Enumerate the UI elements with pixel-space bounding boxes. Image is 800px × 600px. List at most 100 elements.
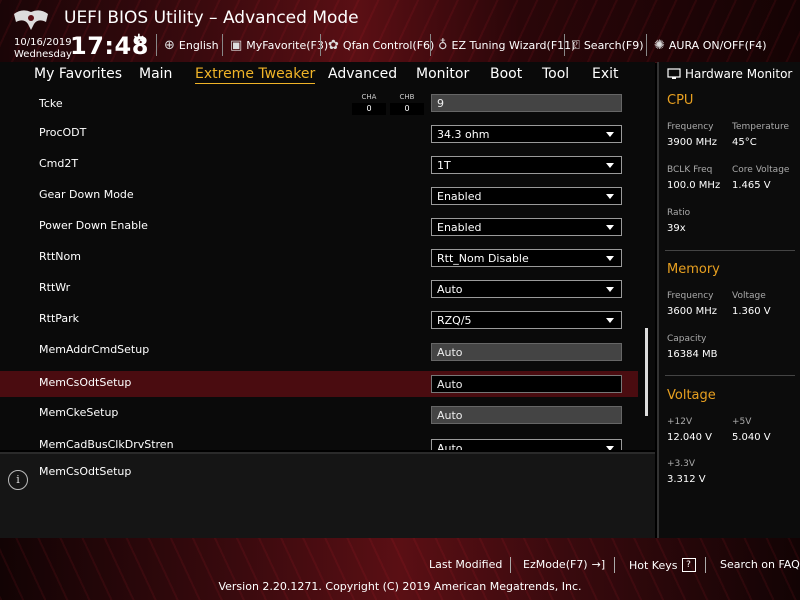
version-text: Version 2.20.1271. Copyright (C) 2019 Am… — [218, 580, 582, 593]
setting-row-memaddrcmdsetup[interactable]: MemAddrCmdSetup Auto — [0, 338, 638, 364]
aura-icon: ✺ — [654, 38, 665, 53]
divider — [510, 557, 511, 573]
qfan-control-button[interactable]: ✿ Qfan Control(F6) — [328, 38, 434, 53]
setting-row-procodt[interactable]: ProcODT 34.3 ohm — [0, 121, 638, 147]
setting-label: MemCsOdtSetup — [39, 376, 132, 389]
setting-row-rttwr[interactable]: RttWr Auto — [0, 276, 638, 302]
cpu-temperature-value: 45°C — [732, 137, 757, 148]
hardware-monitor-panel: Hardware Monitor CPU Frequency Temperatu… — [657, 62, 800, 538]
setting-row-memcsodtsetup[interactable]: MemCsOdtSetup Auto — [0, 371, 638, 397]
search-label: Search(F9) — [583, 39, 644, 52]
memory-voltage-label: Voltage — [732, 291, 766, 301]
dropdown-value: Auto — [437, 442, 463, 450]
dropdown-value: Rtt_Nom Disable — [437, 252, 529, 265]
aura-toggle-button[interactable]: ✺ AURA ON/OFF(F4) — [654, 38, 767, 53]
footer-bar: Last Modified EzMode(F7) →] Hot Keys ? S… — [0, 538, 800, 600]
setting-row-memckesetup[interactable]: MemCkeSetup Auto — [0, 401, 638, 427]
rttpark-dropdown[interactable]: RZQ/5 — [431, 311, 622, 329]
v5-label: +5V — [732, 417, 752, 427]
chb-value-box: CHB 0 — [390, 93, 424, 115]
divider — [614, 557, 615, 573]
rog-logo-icon — [14, 10, 48, 30]
setting-row-rttpark[interactable]: RttPark RZQ/5 — [0, 307, 638, 333]
myfavorite-label: MyFavorite(F3) — [246, 39, 329, 52]
cpu-frequency-value: 3900 MHz — [667, 137, 718, 148]
memcadbusclkdrvstren-dropdown[interactable]: Auto — [431, 439, 622, 450]
cha-value: 0 — [352, 103, 386, 115]
divider — [564, 34, 565, 56]
setting-row-tcke[interactable]: Tcke CHA 0 CHB 0 9 — [0, 90, 638, 116]
divider — [320, 34, 321, 56]
setting-row-memcadbusclkdrvstren[interactable]: MemCadBusClkDrvStren Auto — [0, 432, 638, 450]
chb-value: 0 — [390, 103, 424, 115]
globe-icon: ⊕ — [164, 38, 175, 53]
cpu-frequency-label: Frequency — [667, 122, 714, 132]
tcke-input[interactable]: 9 — [431, 94, 622, 112]
setting-label: ProcODT — [39, 126, 87, 139]
setting-label: RttPark — [39, 312, 80, 325]
fan-icon: ✿ — [328, 38, 339, 53]
capacity-label: Capacity — [667, 334, 707, 344]
dropdown-value: Enabled — [437, 190, 482, 203]
myfavorite-button[interactable]: ▣ MyFavorite(F3) — [230, 38, 328, 53]
gear-down-mode-dropdown[interactable]: Enabled — [431, 187, 622, 205]
tab-my-favorites[interactable]: My Favorites — [34, 66, 122, 82]
cha-value-box: CHA 0 — [352, 93, 386, 115]
divider — [646, 34, 647, 56]
rttwr-dropdown[interactable]: Auto — [431, 280, 622, 298]
memaddrcmdsetup-input[interactable]: Auto — [431, 343, 622, 361]
memckesetup-input[interactable]: Auto — [431, 406, 622, 424]
cmd2t-dropdown[interactable]: 1T — [431, 156, 622, 174]
setting-label: MemAddrCmdSetup — [39, 343, 150, 356]
hot-keys-label: Hot Keys — [629, 558, 678, 572]
tab-main[interactable]: Main — [139, 66, 172, 82]
tab-tool[interactable]: Tool — [542, 66, 569, 82]
divider — [222, 34, 223, 56]
ratio-label: Ratio — [667, 208, 691, 218]
help-panel: i MemCsOdtSetup — [0, 452, 655, 540]
search-icon: ⍰ — [572, 38, 580, 53]
tab-exit[interactable]: Exit — [592, 66, 619, 82]
ez-tuning-wizard-button[interactable]: ♁ EZ Tuning Wizard(F11) — [438, 38, 575, 53]
memory-frequency-value: 3600 MHz — [667, 306, 718, 317]
rttnom-dropdown[interactable]: Rtt_Nom Disable — [431, 249, 622, 267]
divider — [665, 250, 795, 251]
setting-label: Gear Down Mode — [39, 188, 134, 201]
date-text: 10/16/2019 — [14, 37, 72, 48]
procodt-dropdown[interactable]: 34.3 ohm — [431, 125, 622, 143]
hardware-monitor-title: Hardware Monitor — [667, 67, 792, 81]
setting-row-cmd2t[interactable]: Cmd2T 1T — [0, 152, 638, 178]
chevron-down-icon — [606, 318, 614, 323]
ezmode-button[interactable]: EzMode(F7) →] — [523, 558, 605, 571]
top-header: UEFI BIOS Utility – Advanced Mode 10/16/… — [0, 0, 800, 63]
tcke-value: 9 — [437, 97, 444, 110]
setting-row-rttnom[interactable]: RttNom Rtt_Nom Disable — [0, 245, 638, 271]
search-button[interactable]: ⍰ Search(F9) — [572, 38, 644, 53]
cpu-temperature-label: Temperature — [732, 122, 790, 132]
gear-icon[interactable]: ✲ — [133, 32, 145, 48]
dropdown-value: Auto — [437, 283, 463, 296]
power-down-enable-dropdown[interactable]: Enabled — [431, 218, 622, 236]
hot-keys-button[interactable]: Hot Keys ? — [629, 558, 696, 572]
setting-label: Cmd2T — [39, 157, 79, 170]
v33-label: +3.3V — [667, 459, 696, 469]
v5-value: 5.040 V — [732, 432, 771, 443]
last-modified-button[interactable]: Last Modified — [429, 558, 502, 571]
tab-monitor[interactable]: Monitor — [416, 66, 469, 82]
ratio-value: 39x — [667, 223, 686, 234]
tab-advanced[interactable]: Advanced — [328, 66, 397, 82]
v12-label: +12V — [667, 417, 693, 427]
setting-row-gear-down-mode[interactable]: Gear Down Mode Enabled — [0, 183, 638, 209]
tab-extreme-tweaker[interactable]: Extreme Tweaker — [195, 66, 316, 84]
divider — [430, 34, 431, 56]
search-faq-button[interactable]: Search on FAQ — [720, 558, 800, 571]
hardware-monitor-label: Hardware Monitor — [685, 67, 793, 81]
language-button[interactable]: ⊕ English — [164, 38, 219, 53]
scrollbar[interactable] — [645, 328, 648, 416]
tab-boot[interactable]: Boot — [490, 66, 522, 82]
help-key-icon: ? — [681, 558, 696, 572]
input-value: Auto — [437, 378, 463, 391]
setting-row-power-down-enable[interactable]: Power Down Enable Enabled — [0, 214, 638, 240]
app-title: UEFI BIOS Utility – Advanced Mode — [64, 8, 359, 28]
memcsodtsetup-input[interactable]: Auto — [431, 375, 622, 393]
